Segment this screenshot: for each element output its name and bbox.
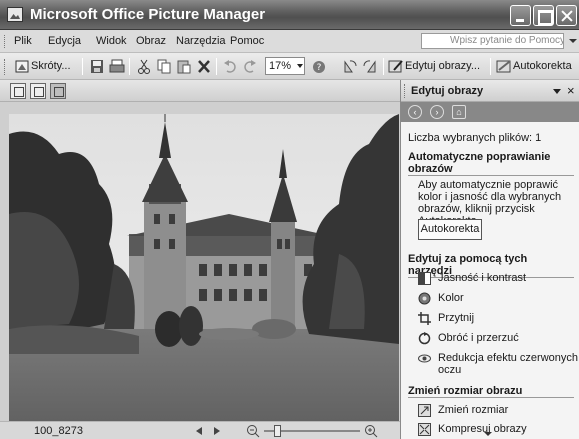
pane-scroll-down-icon[interactable] (484, 432, 492, 436)
crop-icon (418, 312, 431, 325)
help-icon[interactable]: ? (311, 58, 327, 75)
autocorrect-toolbar-button[interactable]: Autokorekta (513, 60, 572, 72)
back-icon[interactable]: ‹ (408, 105, 422, 119)
print-icon[interactable] (109, 58, 125, 75)
edit-images-task-pane: Edytuj obrazy × ‹ › ⌂ Liczba wybranych p… (400, 80, 579, 439)
file-name-label: 100_8273 (34, 425, 83, 437)
edit-images-button[interactable]: Edytuj obrazy... (405, 60, 480, 72)
shortcuts-button[interactable]: Skróty... (31, 60, 71, 72)
copy-icon[interactable] (156, 58, 172, 75)
section-resize-title: Zmień rozmiar obrazu (408, 385, 574, 398)
help-search-input[interactable]: Wpisz pytanie do Pomocy (421, 33, 564, 49)
rotate-right-icon[interactable] (362, 58, 378, 75)
tool-label: Obróć i przerzuć (438, 332, 519, 344)
menu-edycja[interactable]: Edycja (48, 35, 81, 47)
pane-close-icon[interactable]: × (567, 83, 575, 98)
rotate-left-icon[interactable] (342, 58, 358, 75)
undo-icon[interactable] (222, 58, 238, 75)
menu-widok[interactable]: Widok (96, 35, 127, 47)
selected-files-count: Liczba wybranych plików: 1 (408, 132, 542, 144)
color-icon (418, 292, 431, 305)
brightness-contrast-icon (418, 272, 431, 285)
pane-menu-dropdown-icon[interactable] (553, 89, 561, 94)
task-pane-title: Edytuj obrazy (411, 85, 484, 97)
compress-icon (418, 423, 431, 436)
home-icon[interactable]: ⌂ (452, 105, 466, 119)
section-auto-correct-title: Automatyczne poprawianie obrazów (408, 151, 574, 176)
tool-label: Kolor (438, 292, 464, 304)
menu-bar: Plik Edycja Widok Obraz Narzędzia Pomoc … (0, 30, 579, 53)
next-image-icon[interactable] (214, 427, 220, 435)
image-view-panel: 100_8273 (0, 80, 400, 439)
redo-icon[interactable] (242, 58, 258, 75)
tool-label: Przytnij (438, 312, 475, 324)
close-button[interactable] (556, 5, 577, 26)
zoom-in-icon[interactable] (364, 424, 378, 438)
rotate-flip-icon (418, 332, 431, 345)
autocorrect-button[interactable]: Autokorekta (418, 219, 482, 240)
red-eye-icon (418, 354, 431, 363)
tool-label: Zmień rozmiar (438, 404, 509, 416)
tool-label: Jasność i kontrast (438, 272, 527, 284)
help-dropdown-arrow[interactable] (569, 39, 577, 43)
toolbar-grip[interactable] (4, 59, 7, 75)
toolbar-separator (216, 58, 217, 75)
svg-text:?: ? (317, 63, 322, 73)
castle-photo (9, 114, 399, 439)
menu-grip[interactable] (4, 35, 7, 48)
single-view-icon[interactable] (50, 83, 66, 99)
view-toolbar (0, 80, 400, 102)
autocorrect-icon[interactable] (496, 58, 512, 75)
status-bar: 100_8273 (0, 421, 400, 439)
paste-icon[interactable] (176, 58, 192, 75)
forward-icon[interactable]: › (430, 105, 444, 119)
toolbar-separator (490, 58, 491, 75)
resize-icon (418, 404, 431, 417)
menu-obraz[interactable]: Obraz (136, 35, 166, 47)
save-icon[interactable] (89, 58, 105, 75)
tool-label: Kompresuj obrazy (438, 423, 527, 435)
zoom-slider-thumb[interactable] (274, 425, 281, 437)
task-pane-body: Liczba wybranych plików: 1 Automatyczne … (401, 122, 579, 436)
pane-grip[interactable] (404, 84, 407, 98)
zoom-out-icon[interactable] (246, 424, 260, 438)
menu-plik[interactable]: Plik (14, 35, 32, 47)
window-title: Microsoft Office Picture Manager (30, 6, 266, 23)
toolbar-separator (82, 58, 83, 75)
zoom-dropdown-arrow[interactable] (297, 64, 303, 68)
toolbar-separator (383, 58, 384, 75)
thumbnail-view-icon[interactable] (10, 83, 26, 99)
shortcut-icon[interactable] (14, 58, 30, 75)
task-pane-navigation: ‹ › ⌂ (401, 102, 579, 122)
task-pane-header: Edytuj obrazy × (401, 80, 579, 102)
cut-icon[interactable] (136, 58, 152, 75)
app-icon[interactable] (7, 7, 23, 22)
image-preview[interactable] (9, 114, 399, 439)
previous-image-icon[interactable] (196, 427, 202, 435)
menu-pomoc[interactable]: Pomoc (230, 35, 264, 47)
filmstrip-view-icon[interactable] (30, 83, 46, 99)
toolbar-separator (129, 58, 130, 75)
edit-icon[interactable] (388, 58, 404, 75)
maximize-button[interactable] (533, 5, 554, 26)
title-bar: Microsoft Office Picture Manager (0, 0, 579, 30)
tool-label: Redukcja efektu czerwonych oczu (438, 352, 579, 376)
minimize-button[interactable] (510, 5, 531, 26)
menu-narzedzia[interactable]: Narzędzia (176, 35, 226, 47)
delete-icon[interactable] (196, 58, 212, 75)
standard-toolbar: Skróty... 17% ? Edytuj obrazy... Autokor… (0, 53, 579, 127)
